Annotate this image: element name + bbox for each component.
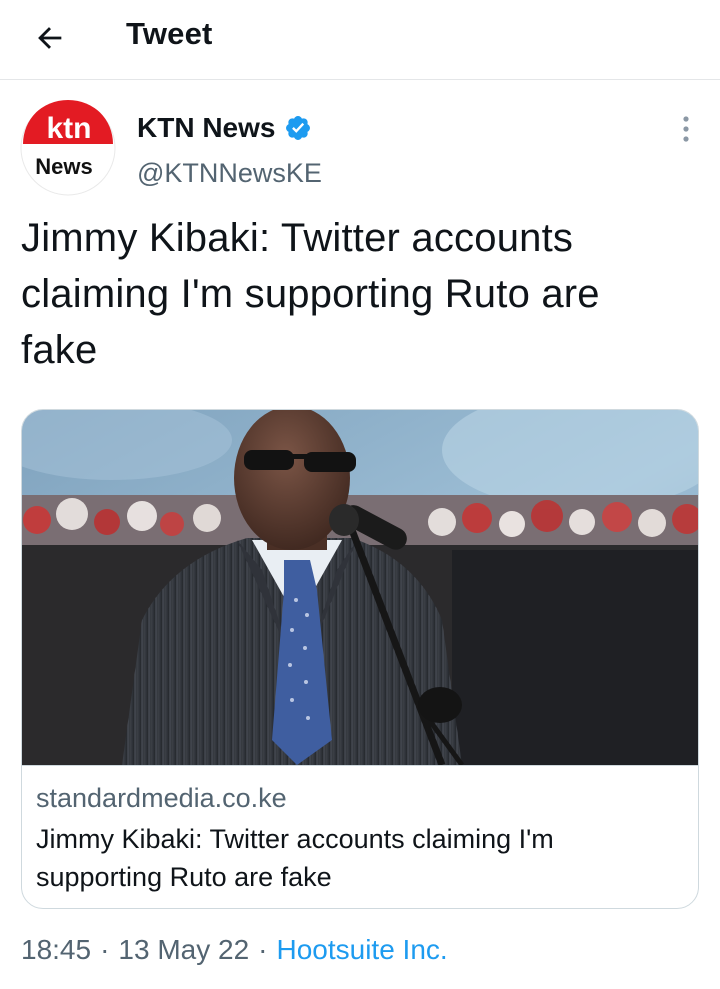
ktn-news-logo: ktn News bbox=[20, 100, 116, 196]
card-info: standardmedia.co.ke Jimmy Kibaki: Twitte… bbox=[22, 765, 698, 896]
meta-separator: · bbox=[100, 934, 110, 965]
svg-text:ktn: ktn bbox=[47, 112, 92, 145]
tweet-date[interactable]: 13 May 22 bbox=[118, 934, 249, 965]
verified-badge-icon bbox=[284, 114, 312, 142]
svg-text:News: News bbox=[35, 154, 92, 179]
card-domain: standardmedia.co.ke bbox=[36, 783, 287, 813]
more-options-button[interactable] bbox=[666, 109, 706, 149]
card-title: Jimmy Kibaki: Twitter accounts claiming … bbox=[36, 824, 554, 892]
tweet-text: Jimmy Kibaki: Twitter accounts claiming … bbox=[21, 216, 600, 372]
page-title: Tweet bbox=[126, 16, 213, 51]
card-image bbox=[22, 410, 698, 765]
author-handle[interactable]: @KTNNewsKE bbox=[137, 155, 322, 191]
tweet-source-link[interactable]: Hootsuite Inc. bbox=[276, 934, 447, 965]
tweet-time[interactable]: 18:45 bbox=[21, 934, 91, 965]
back-button[interactable] bbox=[26, 14, 74, 62]
arrow-left-icon bbox=[38, 27, 62, 49]
top-bar: Tweet bbox=[0, 0, 720, 80]
author-name-row[interactable]: KTN News bbox=[137, 109, 312, 147]
link-preview-card[interactable]: standardmedia.co.ke Jimmy Kibaki: Twitte… bbox=[21, 409, 699, 909]
meta-separator: · bbox=[258, 934, 268, 965]
display-name[interactable]: KTN News bbox=[137, 109, 275, 147]
tweet-meta: 18:45 · 13 May 22 · Hootsuite Inc. bbox=[21, 930, 448, 970]
more-vertical-icon bbox=[683, 116, 689, 142]
avatar[interactable]: ktn News bbox=[20, 100, 116, 196]
